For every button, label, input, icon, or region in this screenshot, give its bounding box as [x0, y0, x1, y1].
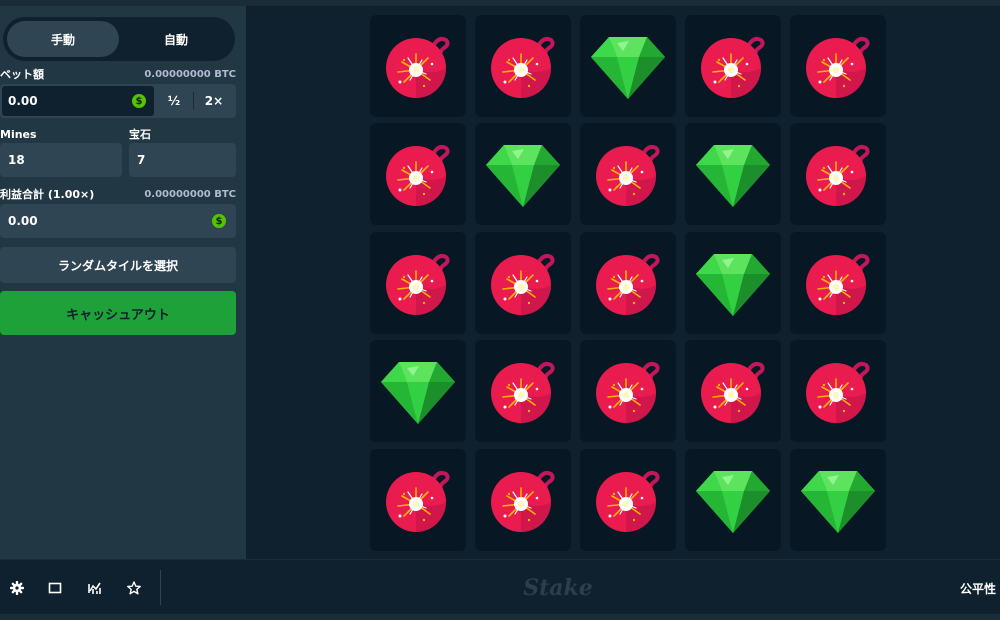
tile-r3-c4[interactable] — [685, 232, 781, 334]
bet-amount-label: ベット額 — [0, 68, 44, 81]
favorite-star-icon[interactable] — [125, 579, 143, 597]
tile-r3-c1[interactable] — [370, 232, 466, 334]
bottom-border — [0, 614, 1000, 620]
tile-r1-c3[interactable] — [580, 15, 676, 117]
gem-icon — [694, 465, 772, 535]
bomb-icon — [380, 136, 456, 212]
profit-value: 0.00 — [8, 214, 38, 228]
profit-label: 利益合計 (1.00×) — [0, 188, 95, 201]
gem-icon — [589, 31, 667, 101]
bomb-icon — [800, 28, 876, 104]
bomb-icon — [590, 462, 666, 538]
bet-amount-input[interactable]: 0.00 $ — [2, 86, 154, 116]
tile-r1-c4[interactable] — [685, 15, 781, 117]
tile-r5-c4[interactable] — [685, 449, 781, 551]
mines-label-row: Mines — [0, 126, 124, 142]
bet-amount-value: 0.00 — [8, 94, 38, 108]
profit-field: 0.00 $ — [0, 204, 236, 238]
tile-r5-c5[interactable] — [790, 449, 886, 551]
tile-r2-c4[interactable] — [685, 123, 781, 225]
bet-label-row: ベット額 0.00000000 BTC — [0, 66, 236, 82]
tile-r4-c4[interactable] — [685, 340, 781, 442]
fairness-link[interactable]: 公平性 — [960, 579, 996, 597]
random-tile-button[interactable]: ランダムタイルを選択 — [0, 247, 236, 283]
tile-r4-c2[interactable] — [475, 340, 571, 442]
gems-value: 7 — [137, 153, 146, 167]
double-bet-button[interactable]: 2× — [194, 86, 234, 116]
tile-r1-c1[interactable] — [370, 15, 466, 117]
bet-amount-group: 0.00 $ ½ 2× — [0, 84, 236, 118]
bomb-icon — [695, 353, 771, 429]
tile-r5-c3[interactable] — [580, 449, 676, 551]
gem-icon — [694, 248, 772, 318]
cashout-button[interactable]: キャッシュアウト — [0, 291, 236, 335]
tab-auto[interactable]: 自動 — [121, 21, 231, 57]
tile-r2-c5[interactable] — [790, 123, 886, 225]
gem-icon — [484, 139, 562, 209]
tile-r5-c1[interactable] — [370, 449, 466, 551]
bomb-icon — [800, 136, 876, 212]
gear-icon[interactable] — [8, 579, 26, 597]
gem-icon — [799, 465, 877, 535]
theatre-mode-icon[interactable] — [46, 579, 64, 597]
bomb-icon — [485, 245, 561, 321]
tile-r2-c2[interactable] — [475, 123, 571, 225]
bet-sidebar: 手動 自動 ベット額 0.00000000 BTC 0.00 $ ½ 2× Mi… — [0, 6, 246, 559]
mines-value: 18 — [8, 153, 25, 167]
footer-divider — [160, 570, 161, 605]
gems-label: 宝石 — [129, 128, 151, 141]
bomb-icon — [800, 353, 876, 429]
tile-r2-c3[interactable] — [580, 123, 676, 225]
game-footer: Stake 公平性 — [0, 559, 1000, 614]
tile-r1-c2[interactable] — [475, 15, 571, 117]
bomb-icon — [485, 462, 561, 538]
mines-select[interactable]: 18 — [0, 143, 122, 177]
bomb-icon — [380, 462, 456, 538]
profit-coin-icon: $ — [212, 214, 226, 228]
gems-label-row: 宝石 — [129, 126, 236, 142]
tile-r2-c1[interactable] — [370, 123, 466, 225]
bomb-icon — [590, 245, 666, 321]
bomb-icon — [380, 28, 456, 104]
tile-r3-c3[interactable] — [580, 232, 676, 334]
stats-icon[interactable] — [86, 579, 104, 597]
tile-r4-c5[interactable] — [790, 340, 886, 442]
bomb-icon — [695, 28, 771, 104]
profit-amount-btc: 0.00000000 BTC — [144, 188, 236, 200]
profit-label-row: 利益合計 (1.00×) 0.00000000 BTC — [0, 186, 236, 202]
tile-r5-c2[interactable] — [475, 449, 571, 551]
currency-coin-icon: $ — [132, 94, 146, 108]
tile-r3-c5[interactable] — [790, 232, 886, 334]
gems-field: 7 — [129, 143, 236, 177]
half-bet-button[interactable]: ½ — [156, 86, 192, 116]
bomb-icon — [590, 353, 666, 429]
bet-balance: 0.00000000 BTC — [144, 68, 236, 80]
mode-tabs: 手動 自動 — [3, 17, 235, 61]
tile-r4-c3[interactable] — [580, 340, 676, 442]
tile-r3-c2[interactable] — [475, 232, 571, 334]
stake-logo: Stake — [523, 575, 593, 601]
bomb-icon — [380, 245, 456, 321]
tile-r4-c1[interactable] — [370, 340, 466, 442]
bomb-icon — [485, 353, 561, 429]
tile-r1-c5[interactable] — [790, 15, 886, 117]
mines-game-app: 手動 自動 ベット額 0.00000000 BTC 0.00 $ ½ 2× Mi… — [0, 0, 1000, 620]
mines-label: Mines — [0, 127, 37, 141]
gem-icon — [379, 356, 457, 426]
bomb-icon — [590, 136, 666, 212]
gem-icon — [694, 139, 772, 209]
bomb-icon — [485, 28, 561, 104]
bomb-icon — [800, 245, 876, 321]
mines-board — [246, 6, 1000, 559]
tab-manual[interactable]: 手動 — [7, 21, 119, 57]
